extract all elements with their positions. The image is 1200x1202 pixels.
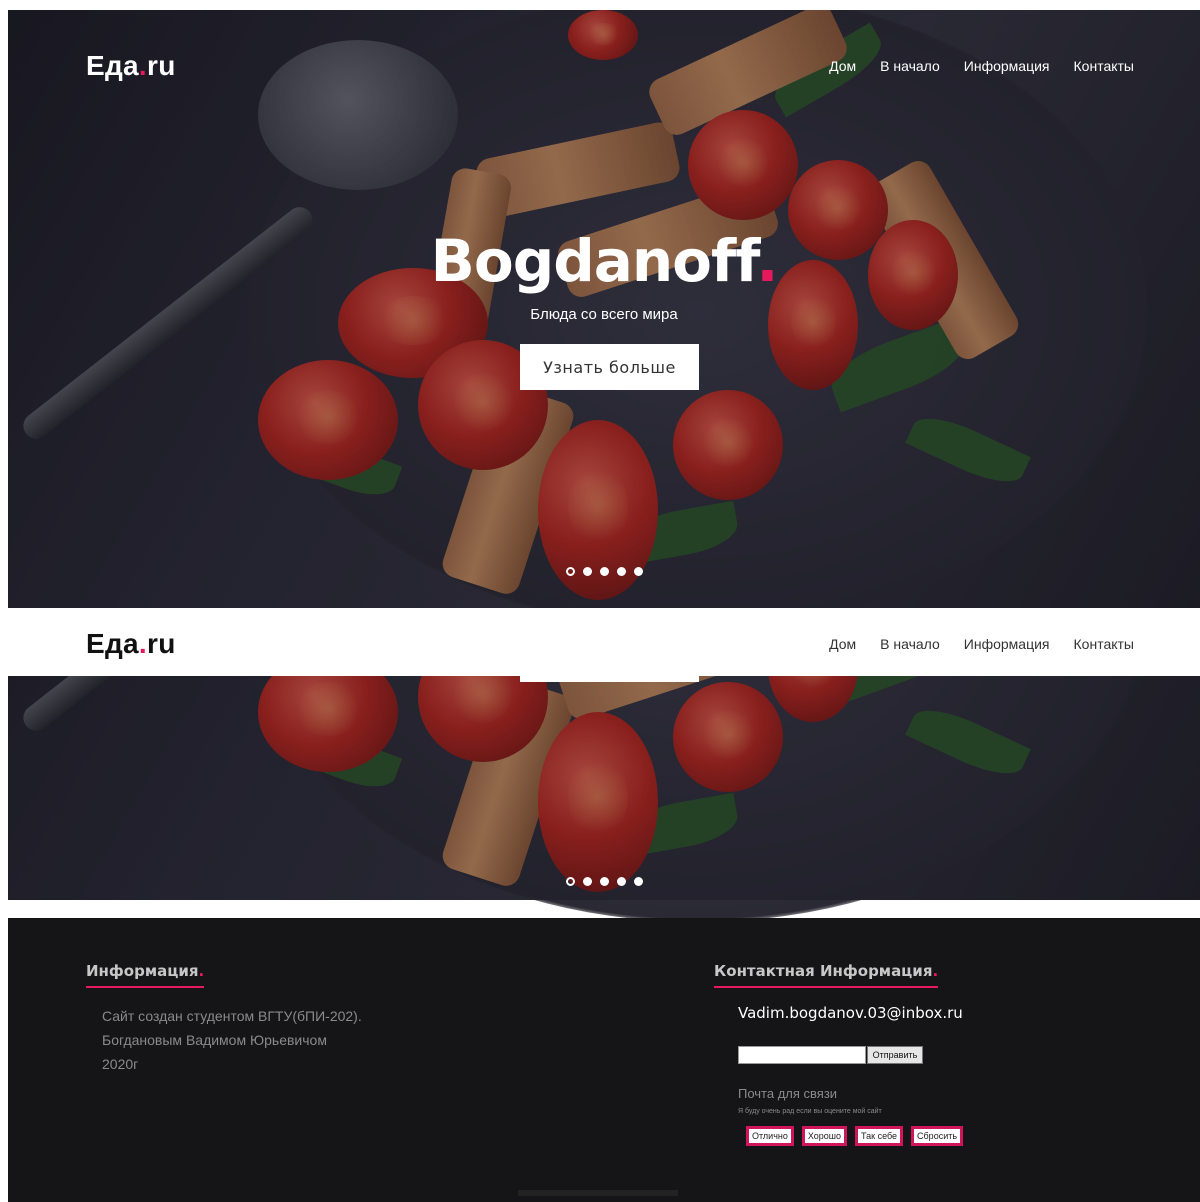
nav-info[interactable]: Информация <box>964 636 1050 652</box>
slide-dot-4[interactable] <box>616 877 626 886</box>
hero-subtitle: Блюда со всего мира <box>530 306 678 323</box>
learn-more-button[interactable]: Узнать больше <box>520 344 699 390</box>
nav-contacts[interactable]: Контакты <box>1074 636 1134 652</box>
slide-dot-5[interactable] <box>633 567 643 576</box>
nav-contacts[interactable]: Контакты <box>1074 58 1134 74</box>
nav-home[interactable]: Дом <box>829 636 856 652</box>
slide-dot-4[interactable] <box>616 567 626 576</box>
rating-buttons: Отлично Хорошо Так себе Сбросить <box>746 1126 964 1146</box>
contact-email[interactable]: Vadim.bogdanov.03@inbox.ru <box>738 1004 963 1022</box>
rate-excellent-button[interactable]: Отлично <box>746 1126 794 1146</box>
hero-section: Еда.ru Дом В начало Информация Контакты … <box>8 10 1200 608</box>
slide-dot-1[interactable] <box>565 877 575 886</box>
rate-good-button[interactable]: Хорошо <box>801 1126 848 1146</box>
nav-home[interactable]: Дом <box>829 58 856 74</box>
slide-dot-2[interactable] <box>582 877 592 886</box>
mail-input[interactable] <box>738 1046 866 1064</box>
slide-dot-2[interactable] <box>582 567 592 576</box>
nav-start[interactable]: В начало <box>880 58 940 74</box>
rate-reset-button[interactable]: Сбросить <box>911 1126 964 1146</box>
rating-question: Я буду очень рад если вы оцените мой сай… <box>738 1108 882 1115</box>
site-logo-dark[interactable]: Еда.ru <box>86 628 176 660</box>
footer-info-heading: Информация. <box>86 962 205 988</box>
slide-dot-5[interactable] <box>633 877 643 886</box>
slide-dot-1[interactable] <box>565 567 575 576</box>
main-nav: Дом В начало Информация Контакты <box>829 58 1134 74</box>
slide-dot-3[interactable] <box>599 877 609 886</box>
slide-dot-3[interactable] <box>599 567 609 576</box>
nav-info[interactable]: Информация <box>964 58 1050 74</box>
hero-title: Bogdanoff. <box>430 227 779 295</box>
slider-dots <box>8 567 1200 576</box>
send-button[interactable]: Отправить <box>867 1046 923 1064</box>
footer-info-text: Сайт создан студентом ВГТУ(бПИ-202). Бог… <box>102 1008 362 1072</box>
rate-so-so-button[interactable]: Так себе <box>855 1126 904 1146</box>
site-logo[interactable]: Еда.ru <box>86 50 176 82</box>
sticky-header: Еда.ru Дом В начало Информация Контакты <box>8 612 1200 676</box>
mail-label: Почта для связи <box>738 1086 838 1101</box>
slider-dots-scrolled <box>8 877 1200 886</box>
footer-contact-heading: Контактная Информация. <box>714 962 939 988</box>
copyright-strip <box>518 1190 678 1196</box>
scrolled-view: Узнать больше Еда.ru Дом В начало Информ… <box>8 612 1200 1202</box>
main-nav-sticky: Дом В начало Информация Контакты <box>829 636 1134 652</box>
nav-start[interactable]: В начало <box>880 636 940 652</box>
